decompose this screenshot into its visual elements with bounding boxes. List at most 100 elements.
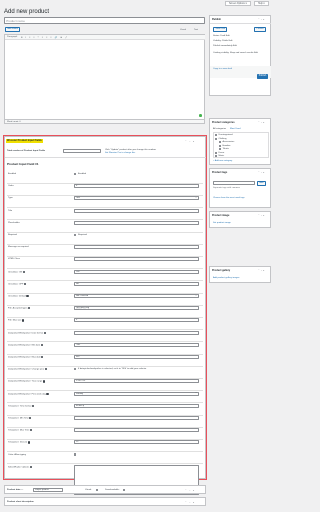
tab-text[interactable]: Text [194,29,198,31]
field-label: Datepicker/Weekpicker: First week day [8,392,49,395]
help-icon[interactable] [29,465,32,468]
field-label-text: Datepicker/Weekpicker: Year range [8,381,43,384]
category-checkbox[interactable] [215,151,217,154]
tab-most-used[interactable]: Most Used [230,128,240,130]
product-data-arrows[interactable]: ⌃ ⌄ ▴ [185,489,195,492]
short-description-arrows[interactable]: ⌃ ⌄ ▴ [185,501,195,504]
help-icon[interactable] [40,343,43,346]
help-icon[interactable] [28,307,31,310]
product-name-input[interactable]: Product name [4,17,205,24]
help-icon[interactable] [21,319,25,322]
visibility-row[interactable]: Visibility: Public Edit [213,40,232,42]
product-type-select[interactable]: Simple product [33,488,63,492]
product-gallery-arrows[interactable]: ⌃⌄▴ [258,269,265,272]
field-input[interactable]: c-10:c+10 [74,379,199,384]
product-data-box: Product data — Simple product Virtual: D… [4,485,206,494]
tab-visual[interactable]: Visual [180,29,186,31]
field-input[interactable]: 365 [74,355,199,359]
catalog-visibility-row[interactable]: Catalog visibility: Shop and search resu… [213,52,269,54]
field-input[interactable] [74,257,199,262]
field-checkbox[interactable] [74,172,77,176]
field-input[interactable] [74,330,199,335]
add-gallery-images-link[interactable]: Add product gallery images [213,277,240,279]
format-select[interactable]: Paragraph [7,36,17,38]
help-icon[interactable] [42,380,46,383]
publish-arrows[interactable]: ⌃⌄▴ [258,18,265,21]
box-toggle-arrows[interactable]: ⌃ ⌄ ▴ [185,140,195,143]
tag-input[interactable] [213,181,255,185]
category-checkbox[interactable] [215,134,217,137]
page-title: Add new product [4,9,50,15]
help-icon[interactable] [46,392,49,395]
field-input[interactable]: 15 [74,440,199,445]
help-icon[interactable] [44,368,47,371]
add-category-link[interactable]: + Add new category [213,160,232,162]
field-input[interactable] [74,245,199,250]
format-icons[interactable]: B I ≡ ≡ ❝ ≡ ≡ ≡ 🔗 ⊞ ⤢ [21,36,68,39]
categories-arrows[interactable]: ⌃⌄▴ [258,121,265,124]
field-checkbox[interactable] [74,367,77,371]
field-label: HTML Class [8,258,20,260]
field-label: Placeholder [8,222,20,224]
save-draft-button[interactable]: Save Draft [213,27,228,33]
preview-button[interactable]: Preview [254,27,267,33]
copy-draft-link[interactable]: Copy to a new draft [213,68,232,70]
downloadable-checkbox[interactable] [123,488,126,491]
field-select[interactable]: Sunday [74,391,199,396]
editor-box[interactable]: Paragraph B I ≡ ≡ ❝ ≡ ≡ ≡ 🔗 ⊞ ⤢ [4,34,205,120]
help-icon[interactable] [23,282,27,285]
field-input[interactable]: 0 [74,184,199,189]
tab-all-categories[interactable]: All categories [213,128,226,130]
help-icon[interactable] [43,331,46,334]
category-checkbox[interactable] [219,141,221,144]
short-description-box: Product short description ⌃ ⌄ ▴ [4,497,206,506]
status-row[interactable]: Status: Draft Edit [213,35,230,37]
category-checkbox[interactable] [219,148,221,151]
help-icon[interactable] [27,441,30,444]
help-icon[interactable] [22,270,26,273]
field-input[interactable] [74,416,199,420]
field-row: Title [5,208,205,220]
field-input[interactable] [74,428,199,433]
help-icon[interactable] [26,295,29,298]
field-input[interactable]: Yes [74,269,199,274]
product-image-arrows[interactable]: ⌃⌄▴ [258,214,265,217]
choose-tags-link[interactable]: Choose from the most used tags [213,197,245,199]
field-input[interactable] [74,208,199,213]
field-input[interactable]: -365 [74,342,199,347]
screen-options-button[interactable]: Screen Options ▾ [225,1,251,6]
add-media-button[interactable]: Add Media [5,27,21,33]
field-select[interactable]: Text [74,196,199,201]
category-checkbox[interactable] [215,155,217,158]
category-checkbox[interactable] [219,144,221,147]
help-icon[interactable] [29,417,32,420]
field-input[interactable]: No [74,281,199,286]
tags-box: Product tags ⌃⌄▴ Add Separate tags with … [209,168,271,208]
field-select[interactable]: Not Checked [74,294,199,298]
field-label: Timepicker: Min Time [8,417,32,420]
grammar-icon[interactable] [199,114,202,117]
set-product-image-link[interactable]: Set product image [213,222,231,224]
wooster-pro-link[interactable]: Set Wooster Pro to change this [105,152,135,154]
help-icon[interactable] [29,429,33,432]
field-input[interactable]: .jpg,.jpeg,.png [74,306,199,311]
product-gallery-box: Product gallery ⌃⌄▴ Add product gallery … [209,266,271,283]
field-input[interactable]: hh:mm p [74,403,199,408]
publish-button[interactable]: Publish [257,74,268,79]
tags-arrows[interactable]: ⌃⌄▴ [258,171,265,174]
field-input[interactable]: 0 [74,318,199,323]
help-icon[interactable] [31,404,35,407]
add-tag-button[interactable]: Add [257,181,266,187]
field-input[interactable] [74,220,199,225]
schedule-row[interactable]: Publish immediately Edit [213,45,237,47]
total-fields-input[interactable] [63,149,101,153]
field-checkbox[interactable] [74,453,77,456]
field-label: Required [8,234,17,236]
category-checkbox[interactable] [215,137,217,140]
product-image-box: Product image ⌃⌄▴ Set product image [209,211,271,228]
field-checkbox[interactable] [74,233,77,237]
help-button[interactable]: Help ▾ [254,1,269,6]
field-row: Datepicker/Weekpicker: Min date -365 [5,342,205,354]
help-icon[interactable] [41,356,44,359]
virtual-checkbox[interactable] [96,488,99,491]
